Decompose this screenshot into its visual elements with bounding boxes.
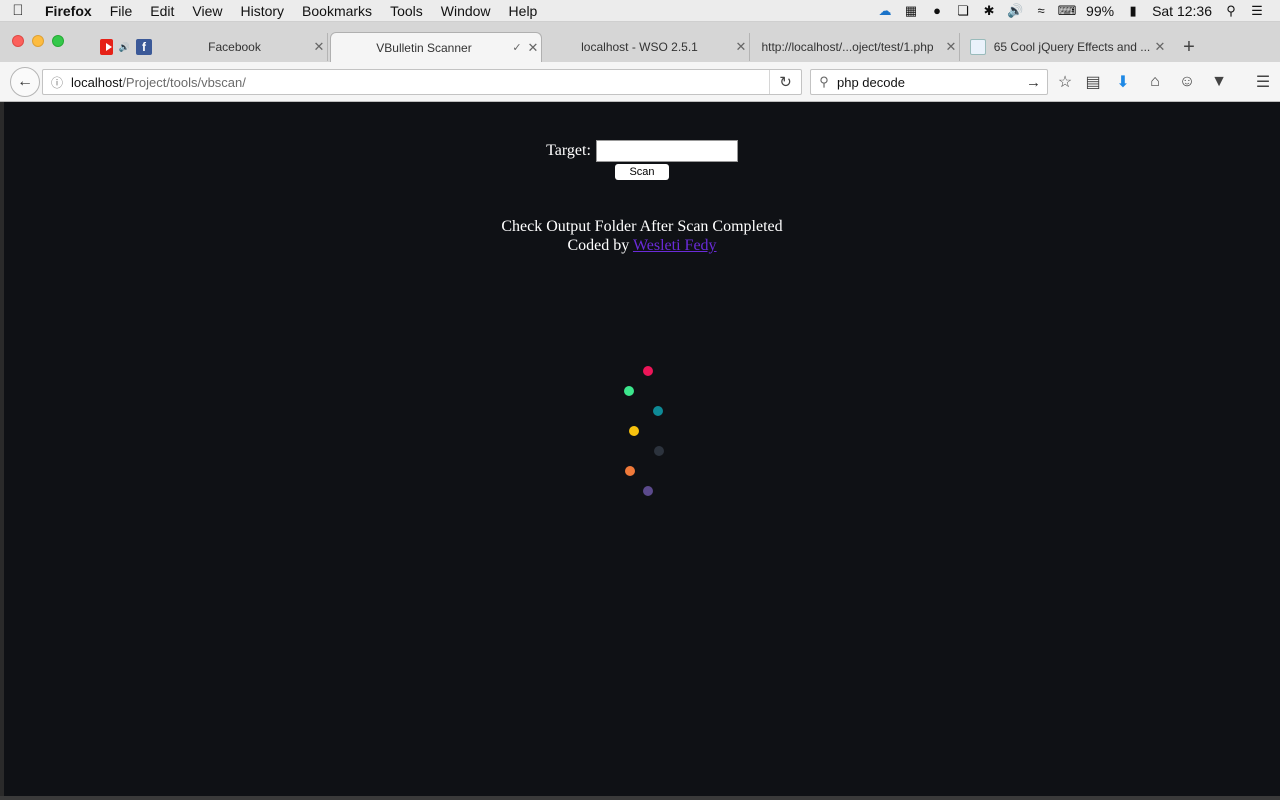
close-tab-icon[interactable]: ✕ <box>943 39 959 55</box>
tab-localhost-test[interactable]: http://localhost/...oject/test/1.php ✕ <box>752 33 960 61</box>
search-input[interactable] <box>837 74 1007 90</box>
tab-label: 65 Cool jQuery Effects and ... <box>993 40 1151 54</box>
menu-file[interactable]: File <box>101 0 142 22</box>
battery-percentage[interactable]: 99% <box>1080 3 1120 19</box>
tab-jquery-effects[interactable]: 65 Cool jQuery Effects and ... ✕ <box>962 33 1168 61</box>
bluetooth-icon[interactable]: ✱ <box>976 0 1002 22</box>
circle-app-icon[interactable]: ● <box>924 0 950 22</box>
close-tab-icon[interactable]: ✕ <box>525 40 541 56</box>
close-tab-icon[interactable]: ✕ <box>733 39 749 55</box>
loader-dot <box>653 406 663 416</box>
close-window-button[interactable] <box>12 35 24 47</box>
scan-form: Target: Scan <box>4 140 1280 180</box>
zoom-window-button[interactable] <box>52 35 64 47</box>
menu-tools[interactable]: Tools <box>381 0 432 22</box>
tab-vbulletin-scanner[interactable]: VBulletin Scanner ✓ ✕ <box>330 32 542 62</box>
macos-menu-bar:  Firefox File Edit View History Bookmar… <box>0 0 1280 22</box>
menu-window[interactable]: Window <box>432 0 500 22</box>
menu-bookmarks[interactable]: Bookmarks <box>293 0 381 22</box>
window-bottom-edge <box>0 796 1280 800</box>
apple-menu-icon[interactable]:  <box>0 2 36 19</box>
scan-button[interactable]: Scan <box>615 164 669 180</box>
spotlight-search-icon[interactable]: ⚲ <box>1218 0 1244 22</box>
loader-dot <box>625 466 635 476</box>
tab-strip: 🔊 f Facebook ✕ VBulletin Scanner ✓ ✕ loc… <box>0 22 1280 62</box>
target-label: Target: <box>546 142 591 159</box>
mute-tab-icon[interactable]: ✓ <box>509 41 525 54</box>
search-icon: ⚲ <box>819 74 829 89</box>
downloads-icon[interactable]: ⬇ <box>1112 71 1134 93</box>
url-host: localhost <box>71 74 123 90</box>
close-tab-icon[interactable]: ✕ <box>1152 39 1168 55</box>
menu-app-name[interactable]: Firefox <box>36 0 101 22</box>
hello-chat-icon[interactable]: ☺ <box>1176 71 1198 93</box>
target-input[interactable] <box>595 140 738 162</box>
search-bar[interactable]: ⚲ → <box>810 69 1048 95</box>
menu-view[interactable]: View <box>183 0 231 22</box>
tab-wso[interactable]: localhost - WSO 2.5.1 ✕ <box>546 33 750 61</box>
minimize-window-button[interactable] <box>32 35 44 47</box>
url-bar[interactable]: ⓘ localhost/Project/tools/vbscan/ ↻ <box>42 69 802 95</box>
loader-dot <box>654 446 664 456</box>
new-tab-icon[interactable]: + <box>1180 37 1198 57</box>
menu-clock[interactable]: Sat 12:36 <box>1146 3 1218 19</box>
coded-by-label: Coded by <box>567 237 630 254</box>
keyboard-icon[interactable]: ⌨ <box>1054 0 1080 22</box>
output-folder-notice: Check Output Folder After Scan Completed <box>501 218 783 235</box>
stack-icon[interactable]: ▦ <box>898 0 924 22</box>
loader-dot <box>624 386 634 396</box>
close-tab-icon[interactable]: ✕ <box>311 39 327 55</box>
site-info-icon[interactable]: ⓘ <box>43 74 71 91</box>
tab-label: localhost - WSO 2.5.1 <box>581 40 698 54</box>
loader-dot <box>643 366 653 376</box>
wifi-icon[interactable]: ≈ <box>1028 0 1054 22</box>
facebook-icon: f <box>136 39 152 55</box>
scan-info: Check Output Folder After Scan Completed… <box>4 217 1280 255</box>
cloud-status-icon[interactable]: ☁ <box>872 0 898 22</box>
pocket-icon[interactable]: ▼ <box>1208 71 1230 93</box>
credits-line: Coded by Wesleti Fedy <box>4 236 1280 255</box>
notification-center-icon[interactable]: ☰ <box>1244 0 1270 22</box>
reload-icon[interactable]: ↻ <box>769 70 801 94</box>
author-link[interactable]: Wesleti Fedy <box>633 237 717 254</box>
tab-label: VBulletin Scanner <box>376 40 472 55</box>
menu-help[interactable]: Help <box>500 0 547 22</box>
menu-history[interactable]: History <box>231 0 293 22</box>
tab-facebook[interactable]: f Facebook ✕ <box>128 33 328 61</box>
hamburger-menu-icon[interactable]: ☰ <box>1252 71 1274 93</box>
page-icon <box>970 39 986 55</box>
tab-label: http://localhost/...oject/test/1.php <box>761 40 934 54</box>
search-go-arrow-icon[interactable]: → <box>1026 74 1041 91</box>
menu-edit[interactable]: Edit <box>141 0 183 22</box>
home-icon[interactable]: ⌂ <box>1144 71 1166 93</box>
battery-charging-icon[interactable]: ▮ <box>1120 0 1146 22</box>
tab-label: Facebook <box>208 40 261 54</box>
youtube-icon <box>100 39 113 55</box>
navigation-bar: ← ⓘ localhost/Project/tools/vbscan/ ↻ ⚲ … <box>0 62 1280 102</box>
page-content: Target: Scan Check Output Folder After S… <box>4 102 1280 796</box>
loader-dot <box>643 486 653 496</box>
tab-youtube-pinned[interactable]: 🔊 <box>92 33 130 61</box>
bookmark-star-icon[interactable]: ☆ <box>1054 71 1076 93</box>
bookmarks-library-icon[interactable]: ▤ <box>1082 71 1104 93</box>
url-path: /Project/tools/vbscan/ <box>122 74 246 90</box>
back-button[interactable]: ← <box>10 67 40 97</box>
volume-icon[interactable]: 🔊 <box>1002 0 1028 22</box>
window-manager-icon[interactable]: ❏ <box>950 0 976 22</box>
loader-dot <box>629 426 639 436</box>
back-arrow-icon: ← <box>17 73 33 90</box>
